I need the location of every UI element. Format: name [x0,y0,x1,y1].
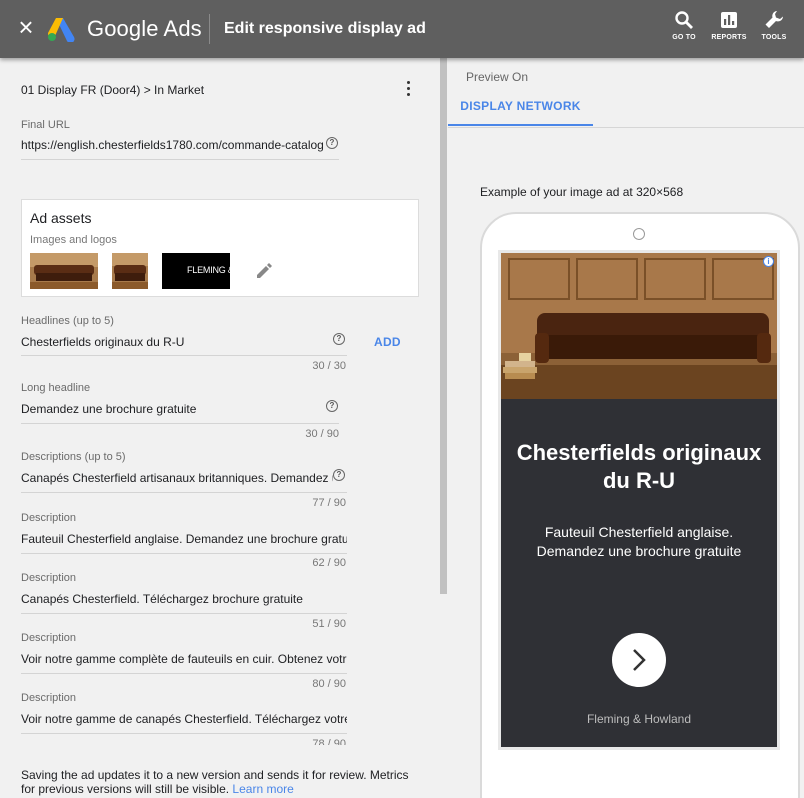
goto-label: GO TO [672,34,696,41]
learn-more-link[interactable]: Learn more [232,782,293,796]
description-underline [21,492,347,493]
description-counter: 80 / 90 [312,678,346,690]
ad-preview: i Chesterfields originaux du R-U Fauteui… [498,250,780,750]
description-label: Description [21,572,77,584]
ad-business-name: Fleming & Howland [586,712,692,726]
reports-label: REPORTS [711,34,747,41]
tab-divider [448,127,804,128]
add-headline-button[interactable]: ADD [374,335,401,349]
description-underline [21,733,347,734]
bar-chart-icon [721,12,737,28]
final-url-input[interactable]: https://english.chesterfields1780.com/co… [21,138,325,152]
ad-headline: Chesterfields originaux du R-U [516,440,762,493]
tab-display-network[interactable]: DISPLAY NETWORK [448,88,593,126]
description-label: Description [21,692,77,704]
ad-arrow-button[interactable] [612,633,666,687]
scrollbar[interactable] [440,58,447,594]
ad-description: Fauteuil Chesterfield anglaise. Demandez… [536,524,742,559]
ad-assets-title: Ad assets [30,210,92,226]
description-label: Description [21,632,77,644]
headline-underline [21,355,347,356]
top-app-bar: × Google Ads Edit responsive display ad … [0,0,804,58]
search-icon [675,11,693,29]
headline-counter: 30 / 30 [312,360,346,372]
ad-editor-panel: 01 Display FR (Door4) > In Market Final … [0,58,440,798]
description-input[interactable]: Canapés Chesterfield. Téléchargez brochu… [21,592,347,606]
camera-icon [633,228,645,240]
help-icon[interactable]: ? [333,333,345,345]
images-logos-label: Images and logos [30,234,117,246]
logo-thumbnail[interactable]: FLEMING & [162,253,230,289]
ad-image [501,253,777,399]
save-notice-text: Saving the ad updates it to a new versio… [21,768,409,796]
description-counter: 51 / 90 [312,618,346,630]
tools-button[interactable]: TOOLS [754,10,794,50]
final-url-underline [21,159,339,160]
description-counter: 77 / 90 [312,497,346,509]
description-underline [21,613,347,614]
google-ads-logo [47,18,75,42]
long-headline-counter: 30 / 90 [305,428,339,440]
wrench-icon [765,11,783,28]
page-title: Edit responsive display ad [224,20,426,37]
image-thumbnail-square[interactable] [112,253,148,289]
example-caption: Example of your image ad at 320×568 [480,185,684,199]
goto-button[interactable]: GO TO [664,10,704,50]
brand-name: Google Ads [87,16,202,41]
description-underline [21,553,347,554]
save-notice: Saving the ad updates it to a new versio… [21,768,421,796]
description-counter: 62 / 90 [312,557,346,569]
ad-info-icon[interactable]: i [763,256,774,267]
headline-input[interactable]: Chesterfields originaux du R-U [21,335,325,349]
description-underline [21,673,347,674]
tools-label: TOOLS [761,34,787,41]
long-headline-input[interactable]: Demandez une brochure gratuite [21,402,325,416]
edit-pencil-icon[interactable] [254,260,274,280]
help-icon[interactable]: ? [333,469,345,481]
help-icon[interactable]: ? [326,137,338,149]
final-url-label: Final URL [21,119,70,131]
description-input[interactable]: Canapés Chesterfield artisanaux britanni… [21,471,333,485]
long-headline-label: Long headline [21,382,91,394]
descriptions-label: Descriptions (up to 5) [21,451,126,463]
close-icon[interactable]: × [15,14,37,40]
description-input[interactable]: Voir notre gamme de canapés Chesterfield… [21,712,347,726]
long-headline-underline [21,423,339,424]
image-thumbnail-landscape[interactable] [30,253,98,289]
breadcrumb: 01 Display FR (Door4) > In Market [21,83,205,97]
chevron-right-icon [633,649,646,671]
logo-text: FLEMING & [187,265,230,275]
ad-assets-card: Ad assets Images and logos FLEMING & [21,199,419,297]
description-counter: 78 / 90 [312,738,346,745]
more-options-icon[interactable] [402,80,414,98]
preview-on-label: Preview On [466,70,529,84]
preview-panel: Preview On DISPLAY NETWORK Example of yo… [448,58,804,798]
phone-mockup: i Chesterfields originaux du R-U Fauteui… [480,212,800,798]
headlines-label: Headlines (up to 5) [21,315,114,327]
header-divider [209,14,210,44]
description-label: Description [21,512,77,524]
description-input[interactable]: Voir notre gamme complète de fauteuils e… [21,652,347,666]
description-input[interactable]: Fauteuil Chesterfield anglaise. Demandez… [21,532,347,546]
help-icon[interactable]: ? [326,400,338,412]
reports-button[interactable]: REPORTS [709,10,749,50]
